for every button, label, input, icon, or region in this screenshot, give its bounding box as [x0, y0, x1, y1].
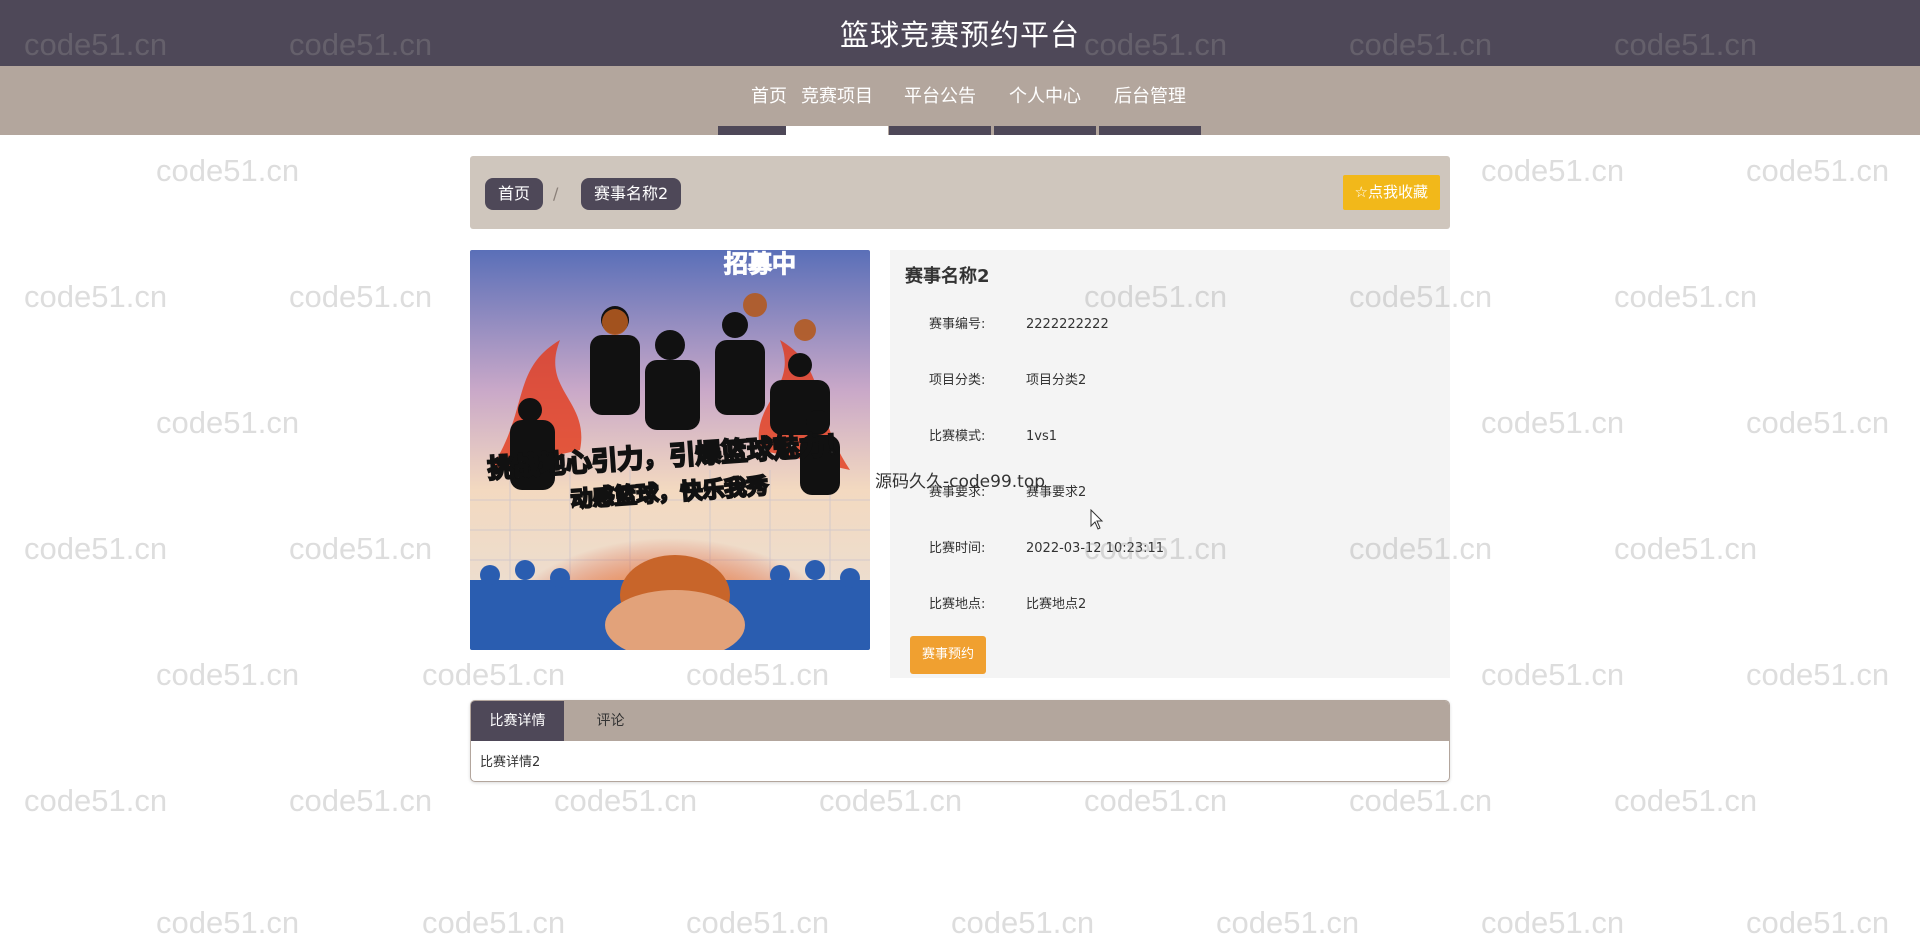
nav-underline-active [786, 126, 888, 135]
nav-item-competitions[interactable]: 竞赛项目 [786, 66, 888, 135]
nav-item-label: 个人中心 [1009, 86, 1081, 107]
field-label: 赛事编号: [929, 317, 986, 332]
watermark: code51.cn [1481, 657, 1625, 692]
field-requirement: 赛事要求: 赛事要求2 [929, 481, 1086, 500]
nav-item-profile[interactable]: 个人中心 [994, 66, 1096, 135]
field-label: 比赛时间: [929, 541, 986, 556]
competition-poster: 挑战地心引力，引爆篮球魅力！ 动感篮球，快乐我秀 招募中 [470, 250, 870, 650]
watermark: code51.cn [156, 657, 300, 692]
field-time: 比赛时间: 2022-03-12 10:23:11 [929, 537, 1164, 556]
tab-content: 比赛详情2 [480, 755, 541, 770]
field-label: 项目分类: [929, 373, 986, 388]
breadcrumb: 首页 / 赛事名称2 ☆点我收藏 [470, 156, 1450, 229]
tab-match-details[interactable]: 比赛详情 [471, 701, 564, 741]
watermark: code51.cn [1349, 783, 1493, 818]
poster-image: 挑战地心引力，引爆篮球魅力！ 动感篮球，快乐我秀 招募中 [470, 250, 870, 650]
watermark: code51.cn [156, 405, 300, 440]
field-value: 1vs1 [1026, 429, 1058, 444]
field-value: 2222222222 [1026, 317, 1109, 332]
watermark: code51.cn [1746, 153, 1890, 188]
site-header: 篮球竞赛预约平台 [0, 0, 1920, 66]
nav-item-label: 竞赛项目 [801, 86, 873, 107]
watermark: code51.cn [24, 531, 168, 566]
watermark: code51.cn [1746, 657, 1890, 692]
breadcrumb-home[interactable]: 首页 [485, 178, 544, 210]
watermark: code51.cn [24, 783, 168, 818]
detail-tabs: 比赛详情 评论 比赛详情2 [470, 700, 1450, 782]
favorite-button[interactable]: ☆点我收藏 [1342, 175, 1440, 210]
nav-item-label: 平台公告 [904, 86, 976, 107]
nav-underline [994, 126, 1096, 135]
site-title: 篮球竞赛预约平台 [839, 18, 1080, 52]
watermark: code51.cn [24, 279, 168, 314]
watermark: code51.cn [686, 657, 830, 692]
field-label: 比赛地点: [929, 597, 986, 612]
watermark: code51.cn [156, 153, 300, 188]
field-mode: 比赛模式: 1vs1 [929, 425, 1057, 444]
tab-header: 比赛详情 评论 [471, 701, 1449, 741]
watermark: code51.cn [1481, 153, 1625, 188]
tab-comments[interactable]: 评论 [564, 701, 657, 741]
field-value: 比赛地点2 [1026, 597, 1087, 612]
book-competition-button[interactable]: 赛事预约 [910, 636, 986, 674]
field-label: 赛事要求: [929, 485, 986, 500]
main-nav: 首页 竞赛项目 平台公告 个人中心 后台管理 [0, 66, 1920, 135]
watermark: code51.cn [1614, 531, 1758, 566]
competition-detail-panel: 赛事名称2 赛事编号: 2222222222 项目分类: 项目分类2 比赛模式: 1v… [890, 250, 1450, 678]
watermark: code51.cn [819, 783, 963, 818]
watermark: code51.cn [289, 531, 433, 566]
watermark: code51.cn [1614, 279, 1758, 314]
watermark: code51.cn [1614, 783, 1758, 818]
field-value: 赛事要求2 [1026, 485, 1087, 500]
nav-item-announcements[interactable]: 平台公告 [889, 66, 991, 135]
poster-recruiting: 招募中 [724, 250, 796, 278]
watermark: code51.cn [1084, 783, 1228, 818]
watermark: code51.cn [422, 657, 566, 692]
watermark: code51.cn [289, 279, 433, 314]
nav-underline [1099, 126, 1201, 135]
watermark: code51.cn [554, 783, 698, 818]
breadcrumb-separator: / [553, 184, 559, 203]
mouse-cursor-icon [1090, 509, 1104, 530]
nav-item-label: 后台管理 [1114, 86, 1186, 107]
field-number: 赛事编号: 2222222222 [929, 313, 1109, 332]
field-value: 项目分类2 [1026, 373, 1087, 388]
competition-name: 赛事名称2 [905, 266, 990, 287]
watermark: code51.cn [1746, 405, 1890, 440]
field-value: 2022-03-12 10:23:11 [1026, 541, 1165, 556]
field-label: 比赛模式: [929, 429, 986, 444]
field-category: 项目分类: 项目分类2 [929, 369, 1086, 388]
watermark: code51.cn [1481, 405, 1625, 440]
breadcrumb-current[interactable]: 赛事名称2 [581, 178, 682, 210]
nav-item-admin[interactable]: 后台管理 [1099, 66, 1201, 135]
nav-underline [889, 126, 991, 135]
field-location: 比赛地点: 比赛地点2 [929, 593, 1086, 612]
watermark: code51.cn [289, 783, 433, 818]
